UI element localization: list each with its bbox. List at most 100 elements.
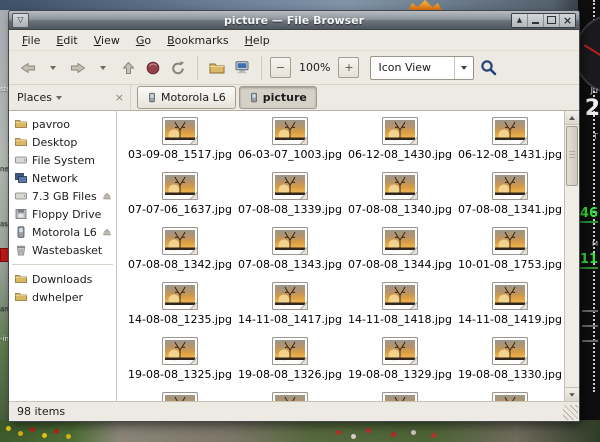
file-item-partial[interactable] — [345, 392, 455, 401]
sidebar-item-label: dwhelper — [32, 291, 83, 304]
file-item[interactable]: 03-09-08_1517.jpg — [125, 117, 235, 172]
sidebar-item-7-3-gb-files-[interactable]: 7.3 GB Files... — [9, 187, 116, 205]
computer-button[interactable] — [231, 55, 253, 81]
folder-icon — [15, 118, 27, 130]
forward-button[interactable] — [67, 55, 89, 81]
file-item[interactable]: 10-01-08_1753.jpg — [455, 227, 564, 282]
titlebar[interactable]: ▽ picture — File Browser ▲ × — [9, 11, 579, 30]
file-item[interactable]: 07-08-08_1342.jpg — [125, 227, 235, 282]
vertical-scrollbar[interactable] — [564, 110, 579, 401]
header-row: Places × Motorola L6 picture — [9, 85, 579, 110]
image-thumbnail — [382, 392, 418, 401]
files-grid: 03-09-08_1517.jpg 06-03-07_1003.jpg 06-1… — [117, 111, 564, 401]
menu-bookmarks[interactable]: Bookmarks — [160, 32, 235, 49]
stop-icon — [146, 61, 160, 75]
back-button[interactable] — [17, 55, 39, 81]
file-name: 07-08-08_1342.jpg — [128, 258, 232, 271]
image-thumbnail — [162, 392, 198, 401]
image-thumbnail — [492, 282, 528, 310]
window-menu-button[interactable]: ▽ — [12, 13, 29, 28]
file-item[interactable]: 06-12-08_1431.jpg — [455, 117, 564, 172]
menu-go[interactable]: Go — [129, 32, 158, 49]
sidebar-item-floppy-drive[interactable]: Floppy Drive — [9, 205, 116, 223]
image-thumbnail — [382, 172, 418, 200]
file-item[interactable]: 14-08-08_1235.jpg — [125, 282, 235, 337]
file-browser-window: ▽ picture — File Browser ▲ × FileEditVie… — [8, 10, 580, 422]
zoom-in-button[interactable]: + — [338, 57, 359, 78]
file-item[interactable]: 14-11-08_1418.jpg — [345, 282, 455, 337]
sidebar-item-dwhelper[interactable]: dwhelper — [9, 288, 116, 306]
search-button[interactable] — [477, 55, 499, 81]
scrollbar-thumb[interactable] — [566, 126, 578, 186]
menu-file[interactable]: File — [15, 32, 47, 49]
home-button[interactable] — [206, 55, 228, 81]
path-button-motorola-l6[interactable]: Motorola L6 — [137, 86, 236, 109]
calendar-weekday: T — [593, 132, 598, 141]
shade-button[interactable]: ▲ — [512, 14, 528, 27]
combo-arrow-zone[interactable] — [454, 57, 473, 79]
sidebar-item-wastebasket[interactable]: Wastebasket — [9, 241, 116, 259]
stop-button[interactable] — [142, 55, 164, 81]
file-name: 07-07-06_1637.jpg — [128, 203, 232, 216]
file-item[interactable]: 07-08-08_1343.jpg — [235, 227, 345, 282]
path-button-picture[interactable]: picture — [239, 86, 317, 109]
window-controls: ▲ × — [511, 13, 576, 28]
resize-grip[interactable] — [563, 405, 578, 420]
close-button[interactable]: × — [560, 14, 575, 27]
menu-view[interactable]: View — [87, 32, 127, 49]
sidebar-item-file-system[interactable]: File System — [9, 151, 116, 169]
file-name: 19-08-08_1326.jpg — [238, 368, 342, 381]
file-item[interactable]: 07-07-06_1637.jpg — [125, 172, 235, 227]
maximize-icon — [547, 16, 556, 24]
up-button[interactable] — [117, 55, 139, 81]
scrollbar-track[interactable] — [565, 125, 579, 387]
file-view[interactable]: 03-09-08_1517.jpg 06-03-07_1003.jpg 06-1… — [117, 110, 564, 401]
file-item[interactable]: 07-08-08_1339.jpg — [235, 172, 345, 227]
image-thumbnail — [272, 337, 308, 365]
places-header[interactable]: Places × — [9, 85, 131, 110]
eject-icon[interactable] — [102, 227, 112, 237]
chevron-down-icon — [56, 96, 62, 100]
scroll-down-button[interactable] — [565, 387, 579, 401]
scroll-up-button[interactable] — [565, 111, 579, 125]
eject-icon[interactable] — [102, 191, 112, 201]
file-item[interactable]: 07-08-08_1341.jpg — [455, 172, 564, 227]
minimize-button[interactable] — [528, 14, 544, 27]
image-thumbnail — [382, 117, 418, 145]
image-thumbnail — [492, 392, 528, 401]
image-thumbnail — [162, 337, 198, 365]
file-item[interactable]: 14-11-08_1417.jpg — [235, 282, 345, 337]
sidebar-item-desktop[interactable]: Desktop — [9, 133, 116, 151]
file-item[interactable]: 06-12-08_1430.jpg — [345, 117, 455, 172]
sidebar-item-downloads[interactable]: Downloads — [9, 270, 116, 288]
sidebar-close-button[interactable]: × — [115, 91, 124, 104]
view-mode-select[interactable]: Icon View — [370, 56, 474, 80]
forward-dropdown[interactable] — [92, 55, 114, 81]
up-icon — [122, 61, 135, 75]
file-item[interactable]: 07-08-08_1340.jpg — [345, 172, 455, 227]
file-item-partial[interactable] — [235, 392, 345, 401]
back-dropdown[interactable] — [42, 55, 64, 81]
reload-button[interactable] — [167, 55, 189, 81]
sidebar-item-pavroo[interactable]: pavroo — [9, 115, 116, 133]
menu-edit[interactable]: Edit — [49, 32, 84, 49]
file-item[interactable]: 07-08-08_1344.jpg — [345, 227, 455, 282]
file-name: 14-11-08_1419.jpg — [458, 313, 562, 326]
image-thumbnail — [492, 227, 528, 255]
sidebar-item-network[interactable]: Network — [9, 169, 116, 187]
menu-help[interactable]: Help — [238, 32, 277, 49]
image-thumbnail — [382, 282, 418, 310]
file-item-partial[interactable] — [125, 392, 235, 401]
zoom-out-button[interactable]: − — [270, 57, 291, 78]
file-item[interactable]: 19-08-08_1326.jpg — [235, 337, 345, 392]
maximize-button[interactable] — [544, 14, 560, 27]
file-item-partial[interactable] — [455, 392, 564, 401]
phone-icon — [147, 91, 157, 104]
file-item[interactable]: 14-11-08_1419.jpg — [455, 282, 564, 337]
file-item[interactable]: 19-08-08_1329.jpg — [345, 337, 455, 392]
file-item[interactable]: 19-08-08_1325.jpg — [125, 337, 235, 392]
image-thumbnail — [272, 392, 308, 401]
file-item[interactable]: 19-08-08_1330.jpg — [455, 337, 564, 392]
file-item[interactable]: 06-03-07_1003.jpg — [235, 117, 345, 172]
sidebar-item-motorola-l6[interactable]: Motorola L6 — [9, 223, 116, 241]
